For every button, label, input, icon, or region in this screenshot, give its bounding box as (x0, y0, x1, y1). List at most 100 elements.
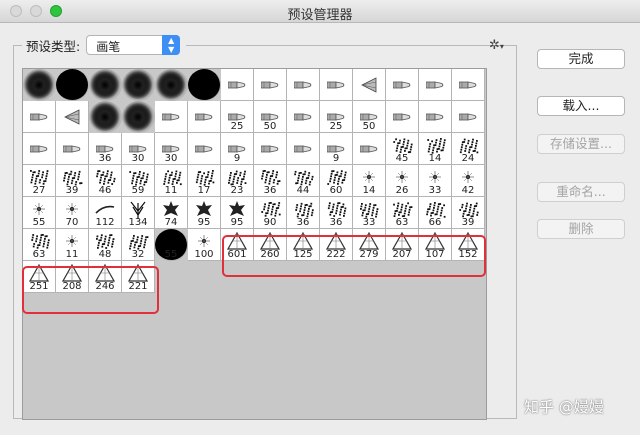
brush-preset-item[interactable] (353, 133, 386, 165)
brush-preset-item[interactable] (254, 133, 287, 165)
brush-preset-item[interactable] (188, 101, 221, 133)
brush-preset-item[interactable] (155, 101, 188, 133)
brush-preset-item[interactable]: 100 (188, 229, 221, 261)
brush-preset-item[interactable]: 36 (89, 133, 122, 165)
brush-preset-item[interactable]: 50 (353, 101, 386, 133)
brush-preset-item[interactable] (122, 101, 155, 133)
brush-preset-item[interactable] (320, 69, 353, 101)
brush-preset-item[interactable]: 42 (452, 165, 485, 197)
brush-preset-item[interactable] (452, 101, 485, 133)
brush-preset-item[interactable]: 112 (89, 197, 122, 229)
brush-preset-item[interactable] (386, 69, 419, 101)
done-button[interactable]: 完成 (537, 49, 625, 69)
brush-preset-item[interactable]: 32 (122, 229, 155, 261)
brush-preset-item[interactable] (287, 101, 320, 133)
brush-preset-item[interactable]: 59 (122, 165, 155, 197)
brush-preset-item[interactable]: 134 (122, 197, 155, 229)
brush-size-label: 39 (461, 217, 475, 228)
brush-thumbnail-leaf (196, 201, 212, 217)
brush-preset-item[interactable]: 55 (23, 197, 56, 229)
brush-preset-item[interactable]: 95 (221, 197, 254, 229)
brush-preset-item[interactable]: 36 (287, 197, 320, 229)
brush-preset-item[interactable] (23, 69, 56, 101)
brush-preset-item[interactable] (287, 69, 320, 101)
brush-preset-item[interactable]: 48 (89, 229, 122, 261)
brush-preset-item[interactable]: 60 (320, 165, 353, 197)
brush-preset-item[interactable]: 30 (122, 133, 155, 165)
brush-preset-item[interactable]: 36 (320, 197, 353, 229)
brush-preset-item[interactable] (221, 69, 254, 101)
brush-preset-item[interactable]: 9 (320, 133, 353, 165)
brush-thumbnail-fan (361, 76, 377, 93)
brush-thumbnail-sp (393, 138, 413, 154)
brush-preset-item[interactable]: 14 (353, 165, 386, 197)
brush-size-label: 9 (332, 153, 340, 164)
brush-preset-item[interactable]: 70 (56, 197, 89, 229)
brush-preset-item[interactable]: 63 (23, 229, 56, 261)
brush-preset-item[interactable]: 50 (254, 101, 287, 133)
rename-button[interactable]: 重命名... (537, 182, 625, 202)
brush-preset-item[interactable] (155, 69, 188, 101)
brush-thumbnail-tip (261, 81, 279, 88)
brush-preset-item[interactable]: 11 (56, 229, 89, 261)
brush-preset-item[interactable]: 9 (221, 133, 254, 165)
brush-preset-item[interactable] (23, 101, 56, 133)
brush-thumbnail-sn (66, 235, 78, 248)
brush-preset-item[interactable] (56, 133, 89, 165)
brush-preset-item[interactable]: 25 (221, 101, 254, 133)
gear-icon[interactable]: ✲▾ (489, 38, 504, 53)
brush-preset-item[interactable]: 33 (419, 165, 452, 197)
brush-preset-item[interactable] (56, 69, 89, 101)
brush-size-label: 36 (329, 217, 343, 228)
brush-preset-item[interactable]: 44 (287, 165, 320, 197)
brush-preset-item[interactable]: 39 (56, 165, 89, 197)
save-settings-button[interactable]: 存储设置... (537, 134, 625, 154)
preset-type-select[interactable]: 画笔 ▲ ▼ (86, 35, 181, 55)
brush-preset-item[interactable]: 46 (89, 165, 122, 197)
brush-preset-item[interactable]: 27 (23, 165, 56, 197)
brush-preset-item[interactable]: 36 (254, 165, 287, 197)
brush-preset-item[interactable]: 17 (188, 165, 221, 197)
brush-preset-item[interactable] (386, 101, 419, 133)
brush-preset-item[interactable] (23, 133, 56, 165)
brush-preset-item[interactable]: 30 (155, 133, 188, 165)
brush-preset-item[interactable]: 95 (188, 197, 221, 229)
brush-preset-item[interactable] (89, 101, 122, 133)
delete-button[interactable]: 删除 (537, 219, 625, 239)
load-button[interactable]: 载入... (537, 96, 625, 116)
brush-preset-item[interactable] (188, 69, 221, 101)
brush-preset-item[interactable] (122, 69, 155, 101)
brush-preset-item[interactable]: 90 (254, 197, 287, 229)
brush-preset-item[interactable]: 63 (386, 197, 419, 229)
brush-thumbnail-leaf (229, 201, 245, 217)
brush-preset-item[interactable] (419, 69, 452, 101)
brush-preset-item[interactable]: 23 (221, 165, 254, 197)
brush-size-label: 63 (32, 249, 46, 260)
brush-preset-item[interactable] (254, 69, 287, 101)
brush-preset-item[interactable]: 25 (320, 101, 353, 133)
watermark: 知乎 @嫚嫚 (524, 398, 604, 416)
brush-preset-item[interactable]: 74 (155, 197, 188, 229)
brush-thumbnail-tip (30, 145, 48, 152)
brush-preset-item[interactable]: 11 (155, 165, 188, 197)
brush-preset-item[interactable]: 66 (419, 197, 452, 229)
brush-size-label: 17 (197, 185, 211, 196)
brush-preset-item[interactable] (452, 69, 485, 101)
brush-preset-item[interactable]: 39 (452, 197, 485, 229)
brush-preset-item[interactable]: 26 (386, 165, 419, 197)
brush-preset-item[interactable] (419, 101, 452, 133)
brush-thumbnail-sn (363, 171, 375, 184)
brush-preset-item[interactable]: 14 (419, 133, 452, 165)
brush-preset-item[interactable] (287, 133, 320, 165)
brush-preset-item[interactable]: 55 (155, 229, 188, 261)
brush-thumbnail-sp (261, 202, 281, 218)
brush-preset-item[interactable]: 33 (353, 197, 386, 229)
brush-preset-item[interactable] (89, 69, 122, 101)
brush-preset-item[interactable]: 45 (386, 133, 419, 165)
brush-preset-item[interactable] (353, 69, 386, 101)
brush-preset-item[interactable] (188, 133, 221, 165)
brush-size-label: 42 (461, 185, 475, 196)
brush-preset-item[interactable] (56, 101, 89, 133)
brush-preset-item[interactable]: 24 (452, 133, 485, 165)
brush-size-label: 25 (230, 121, 244, 132)
